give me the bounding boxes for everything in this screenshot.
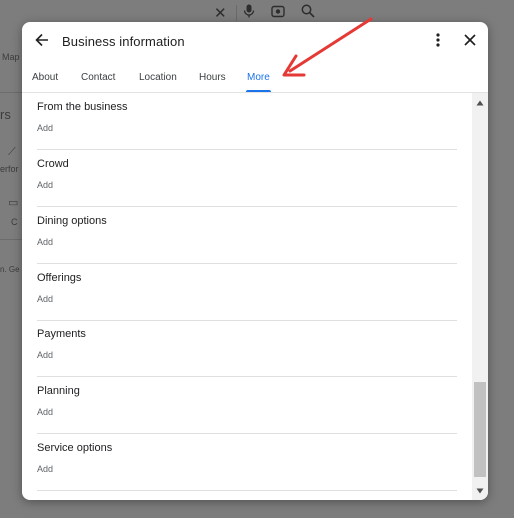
section-dining-options: Dining options Add <box>37 207 457 264</box>
add-link[interactable]: Add <box>37 294 53 304</box>
background-bottom-fragment: n. Ge <box>0 265 20 274</box>
section-title: From the business <box>37 101 128 113</box>
section-title: Payments <box>37 328 86 340</box>
section-service-options: Service options Add <box>37 434 457 491</box>
business-information-dialog: Business information About Contact Locat… <box>22 22 488 500</box>
microphone-icon <box>243 4 255 22</box>
background-monitor-icon: ▭ <box>8 197 19 209</box>
add-link[interactable]: Add <box>37 407 53 417</box>
search-icon <box>301 4 315 22</box>
section-title: Service options <box>37 442 113 454</box>
section-offerings: Offerings Add <box>37 264 457 321</box>
add-link[interactable]: Add <box>37 237 53 247</box>
tab-contact[interactable]: Contact <box>81 70 115 92</box>
add-link[interactable]: Add <box>37 180 53 190</box>
clear-search-icon: ✕ <box>214 5 227 22</box>
background-tab-fragment: Map <box>2 52 20 62</box>
dialog-content: From the business Add Crowd Add Dining o… <box>22 93 472 500</box>
scrollbar-thumb[interactable] <box>474 382 486 477</box>
add-link[interactable]: Add <box>37 350 53 360</box>
tab-hours[interactable]: Hours <box>199 70 226 92</box>
section-title: Dining options <box>37 215 107 227</box>
tab-location[interactable]: Location <box>139 70 177 92</box>
section-crowd: Crowd Add <box>37 150 457 207</box>
add-link[interactable]: Add <box>37 464 53 474</box>
background-divider <box>0 239 22 240</box>
background-divider <box>236 5 237 21</box>
active-tab-indicator <box>246 90 271 92</box>
background-perf-fragment: erfor <box>0 164 19 174</box>
background-divider <box>0 92 22 93</box>
section-payments: Payments Add <box>37 320 457 377</box>
background-heading-fragment: rs <box>0 107 11 122</box>
caret-down-icon <box>476 481 484 499</box>
section-from-the-business: From the business Add <box>37 93 457 150</box>
background-c-fragment: C <box>11 217 18 227</box>
dialog-title: Business information <box>62 34 185 49</box>
dialog-header: Business information <box>22 22 488 66</box>
close-button[interactable] <box>458 30 482 54</box>
section-planning: Planning Add <box>37 377 457 434</box>
scroll-up-button[interactable] <box>472 95 488 109</box>
tab-bar: About Contact Location Hours More <box>22 66 488 93</box>
close-icon <box>464 33 476 51</box>
caret-up-icon <box>476 93 484 111</box>
more-options-button[interactable] <box>426 30 450 54</box>
camera-lens-icon <box>270 4 285 22</box>
more-vert-icon <box>436 32 440 52</box>
back-button[interactable] <box>30 30 54 54</box>
section-title: Crowd <box>37 158 69 170</box>
scroll-down-button[interactable] <box>472 483 488 497</box>
section-title: Offerings <box>37 272 82 284</box>
arrow-left-icon <box>35 33 49 52</box>
background-wand-icon: ⟋ <box>8 146 16 158</box>
tab-about[interactable]: About <box>32 70 58 92</box>
add-link[interactable]: Add <box>37 123 53 133</box>
section-title: Planning <box>37 385 80 397</box>
vertical-scrollbar[interactable] <box>472 93 488 500</box>
tab-more[interactable]: More <box>247 70 270 92</box>
